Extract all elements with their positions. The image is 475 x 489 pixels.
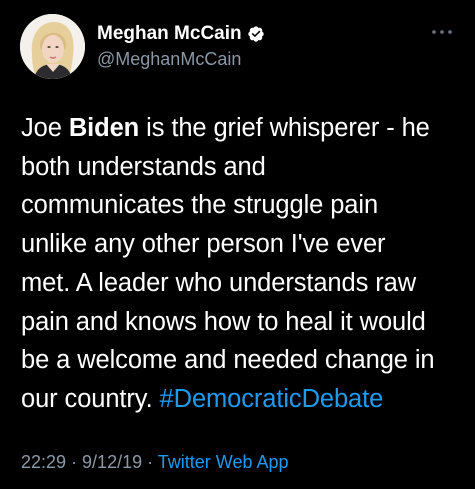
tweet-line: communicates the struggle pain [21, 191, 379, 220]
verified-badge-icon [247, 26, 264, 42]
tweet-line: both understands and [21, 152, 266, 181]
meta-separator: · [142, 452, 158, 472]
tweet: Meghan McCain @MeghanMcCain Joe Biden is… [0, 0, 475, 489]
avatar[interactable] [20, 14, 85, 79]
more-options-icon[interactable] [431, 26, 453, 38]
bold-mention: Biden [68, 114, 140, 142]
tweet-line: unlike any other person I've ever [21, 230, 386, 259]
tweet-line: met. A leader who understands raw [21, 268, 417, 297]
hashtag-link[interactable]: #DemocraticDebate [160, 385, 384, 413]
author-handle[interactable]: @MeghanMcCain [97, 49, 241, 70]
tweet-date[interactable]: 9/12/19 [82, 452, 142, 472]
tweet-line: our country. #DemocraticDebate [21, 384, 384, 413]
tweet-time[interactable]: 22:29 [21, 452, 66, 472]
tweet-line: be a welcome and needed change in [21, 346, 435, 375]
tweet-line: pain and knows how to heal it would [21, 307, 426, 336]
profile-photo [20, 14, 85, 79]
source-app-link[interactable]: Twitter Web App [158, 452, 289, 472]
tweet-line: Joe Biden is the grief whisperer - he [21, 114, 430, 142]
display-name[interactable]: Meghan McCain [97, 23, 242, 45]
author-name-row[interactable]: Meghan McCain [97, 23, 265, 45]
tweet-meta: 22:29 · 9/12/19 · Twitter Web App [21, 452, 289, 473]
tweet-text: Joe Biden is the grief whisperer - he bo… [21, 109, 461, 419]
meta-separator: · [66, 452, 83, 472]
